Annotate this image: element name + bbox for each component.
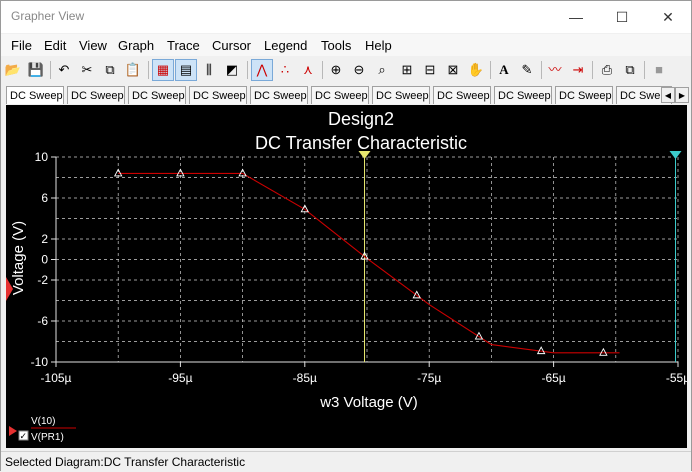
cursor-2-handle-icon — [669, 151, 682, 159]
menu-file[interactable]: File — [11, 38, 32, 53]
y-tick-label: 6 — [41, 191, 48, 205]
y-tick-label: -10 — [31, 355, 49, 369]
tab-scroll-right-button[interactable]: ▶ — [675, 87, 689, 103]
legend-item-vpr1[interactable]: V(PR1) — [31, 432, 64, 443]
tab-dc-sweep[interactable]: DC Sweep — [433, 86, 491, 104]
cursor-1-handle-icon — [358, 151, 371, 159]
tab-dc-sweep[interactable]: DC Sweep — [555, 86, 613, 104]
x-tick-label: -95µ — [168, 371, 192, 385]
toolbar-separator — [490, 61, 491, 79]
checkmark-icon: ✓ — [20, 431, 28, 441]
y-tick-label: 10 — [35, 150, 49, 164]
y-tick-label: 0 — [41, 253, 48, 267]
chart-subtitle: DC Transfer Characteristic — [255, 133, 467, 153]
save-icon[interactable]: 💾 — [26, 60, 46, 80]
zoom-x-icon[interactable]: ⊞ — [397, 60, 417, 80]
x-tick-label: -75µ — [417, 371, 441, 385]
toolbar: 📂 💾 ↶ ✂ ⧉ 📋 ▦ ▤ ⫼ ◩ ⋀ ∴ ⋏ ⊕ ⊖ ⌕ ⊞ ⊟ ⊠ ✋ … — [1, 58, 691, 84]
legend-item-v10[interactable]: V(10) — [31, 416, 55, 427]
menu-cursor[interactable]: Cursor — [212, 38, 251, 53]
data-point-marker — [599, 347, 608, 356]
trace-properties-icon[interactable]: 〰 — [545, 60, 565, 80]
toolbar-separator — [322, 61, 323, 79]
menu-edit[interactable]: Edit — [44, 38, 66, 53]
trace-v10 — [118, 172, 620, 354]
y-tick-label: -2 — [37, 273, 48, 287]
line-points-icon[interactable]: ⋏ — [298, 60, 318, 80]
stop-icon[interactable]: ■ — [649, 60, 669, 80]
chart-title: Design2 — [328, 109, 394, 129]
tab-dc-sweep[interactable]: DC Sweep — [67, 86, 125, 104]
menu-trace[interactable]: Trace — [167, 38, 200, 53]
points-trace-icon[interactable]: ∴ — [275, 60, 295, 80]
menu-legend[interactable]: Legend — [264, 38, 307, 53]
tab-strip: DC Sweep DC Sweep DC Sweep DC Sweep DC S… — [1, 85, 691, 105]
zoom-in-icon[interactable]: ⊕ — [326, 60, 346, 80]
tab-dc-sweep[interactable]: DC Sweep — [311, 86, 369, 104]
y-axis-marker-icon — [6, 277, 13, 301]
cut-icon[interactable]: ✂ — [77, 60, 97, 80]
toolbar-separator — [644, 61, 645, 79]
maximize-button[interactable]: ☐ — [599, 1, 645, 33]
text-icon[interactable]: A — [494, 60, 514, 80]
tab-dc-sweep[interactable]: DC Sweep — [250, 86, 308, 104]
overlay-icon[interactable]: ⧉ — [620, 60, 640, 80]
zoom-area-icon[interactable]: ⌕ — [372, 60, 392, 80]
toolbar-separator — [247, 61, 248, 79]
x-tick-label: -85µ — [293, 371, 317, 385]
open-folder-icon[interactable]: 📂 — [3, 60, 23, 80]
export-icon[interactable]: ⇥ — [568, 60, 588, 80]
tab-dc-sweep[interactable]: DC Sweep — [494, 86, 552, 104]
tab-dc-sweep[interactable]: DC Sweep — [128, 86, 186, 104]
print-icon[interactable]: ⎙ — [597, 60, 617, 80]
toolbar-separator — [541, 61, 542, 79]
x-tick-label: -65µ — [541, 371, 565, 385]
menu-graph[interactable]: Graph — [118, 38, 154, 53]
chart-svg[interactable]: Design2 DC Transfer Characteristic w3 Vo… — [6, 105, 687, 448]
grapher-window: Grapher View — ☐ ✕ File Edit View Graph … — [0, 0, 692, 472]
toolbar-separator — [50, 61, 51, 79]
pan-hand-icon[interactable]: ✋ — [466, 60, 486, 80]
status-text: Selected Diagram:DC Transfer Characteris… — [5, 455, 246, 469]
minimize-button[interactable]: — — [553, 1, 599, 33]
zoom-full-icon[interactable]: ⊠ — [443, 60, 463, 80]
y-tick-label: 2 — [41, 232, 48, 246]
title-bar: Grapher View — ☐ ✕ — [1, 1, 691, 33]
undo-icon[interactable]: ↶ — [54, 60, 74, 80]
selected-trace-marker-icon — [9, 426, 17, 436]
y-tick-label: -6 — [37, 314, 48, 328]
tab-scroll-left-button[interactable]: ◀ — [661, 87, 675, 103]
zoom-out-icon[interactable]: ⊖ — [349, 60, 369, 80]
legend-icon[interactable]: ▤ — [175, 59, 197, 81]
cursors-icon[interactable]: ⫼ — [199, 60, 219, 80]
tab-dc-sweep[interactable]: DC Sweep — [189, 86, 247, 104]
x-tick-label: -105µ — [41, 371, 72, 385]
label-icon[interactable]: ✎ — [517, 60, 537, 80]
paste-icon[interactable]: 📋 — [123, 60, 143, 80]
grid-icon[interactable]: ▦ — [152, 59, 174, 81]
menu-help[interactable]: Help — [365, 38, 392, 53]
plot-area[interactable]: Design2 DC Transfer Characteristic w3 Vo… — [6, 105, 687, 448]
x-tick-label: -55µ — [666, 371, 687, 385]
tab-dc-sweep[interactable]: DC Sweep — [6, 86, 64, 104]
black-white-icon[interactable]: ◩ — [222, 60, 242, 80]
menu-tools[interactable]: Tools — [321, 38, 351, 53]
menu-view[interactable]: View — [79, 38, 107, 53]
line-trace-icon[interactable]: ⋀ — [251, 59, 273, 81]
x-axis-label: w3 Voltage (V) — [319, 394, 418, 411]
close-button[interactable]: ✕ — [645, 1, 691, 33]
status-bar: Selected Diagram:DC Transfer Characteris… — [1, 451, 691, 472]
tab-dc-sweep[interactable]: DC Sweep — [372, 86, 430, 104]
copy-icon[interactable]: ⧉ — [100, 60, 120, 80]
zoom-y-icon[interactable]: ⊟ — [420, 60, 440, 80]
menu-bar: File Edit View Graph Trace Cursor Legend… — [1, 34, 691, 56]
toolbar-separator — [148, 61, 149, 79]
window-title: Grapher View — [11, 9, 85, 23]
toolbar-separator — [592, 61, 593, 79]
